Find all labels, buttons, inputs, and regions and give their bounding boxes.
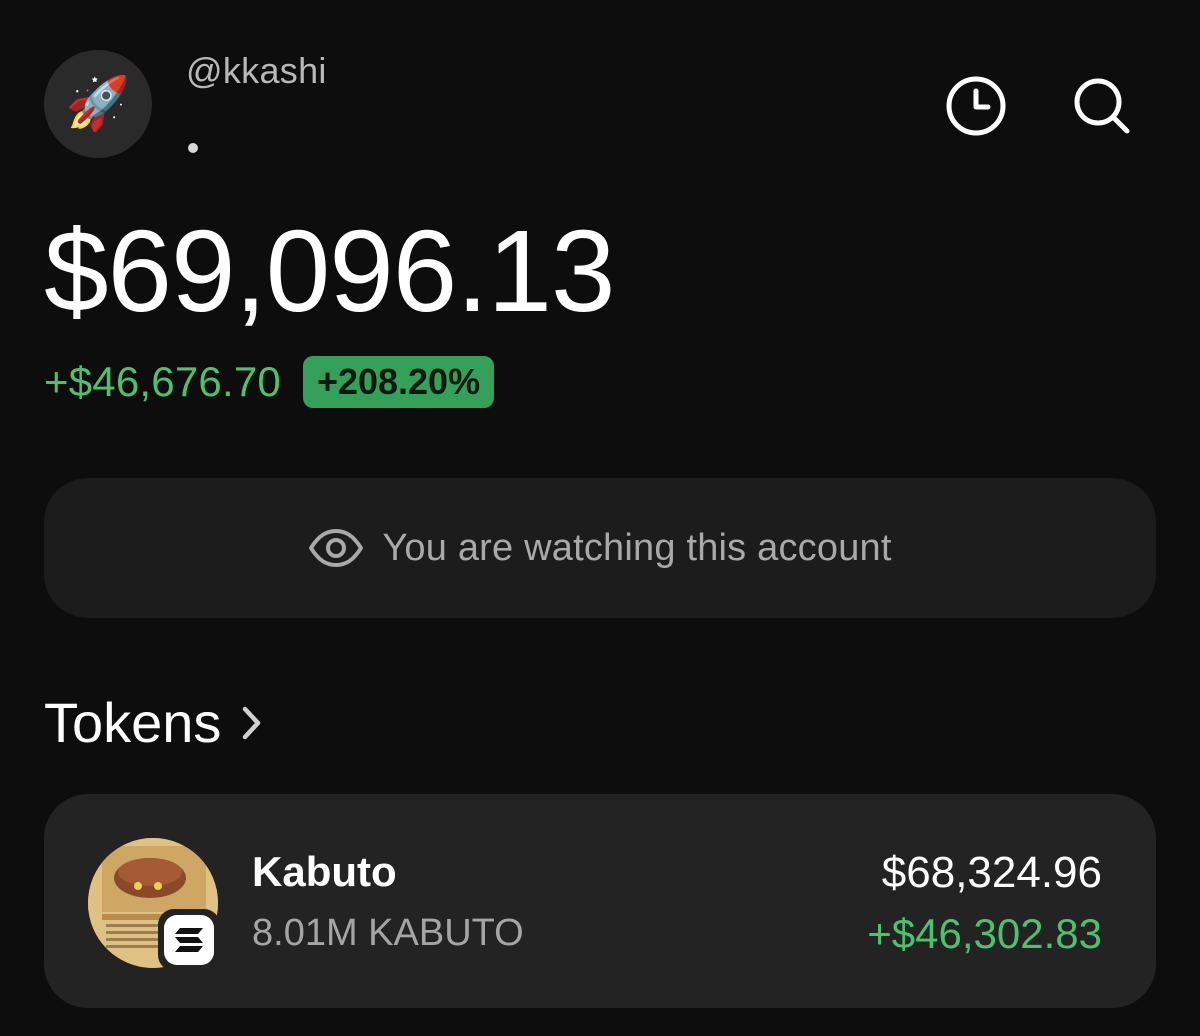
history-button[interactable] (942, 72, 1010, 140)
token-value: $68,324.96 (881, 848, 1102, 897)
search-button[interactable] (1068, 72, 1136, 140)
avatar[interactable]: 🚀 (44, 50, 152, 158)
status-dot (188, 143, 198, 153)
portfolio-balance: $69,096.13 (44, 206, 616, 336)
tokens-title: Tokens (44, 691, 222, 754)
watching-banner: You are watching this account (44, 478, 1156, 618)
token-name: Kabuto (252, 848, 397, 895)
token-change: +$46,302.83 (867, 910, 1102, 957)
eye-icon (309, 529, 364, 567)
chain-badge (158, 909, 220, 971)
portfolio-change-row: +$46,676.70 +208.20% (44, 354, 495, 410)
portfolio-change-percent-badge: +208.20% (302, 356, 495, 408)
token-row-kabuto[interactable]: Kabuto 8.01M KABUTO $68,324.96 +$46,302.… (44, 794, 1156, 1008)
account-handle: @kkashi (186, 50, 327, 91)
token-amount: 8.01M KABUTO (252, 912, 524, 954)
portfolio-change-amount: +$46,676.70 (44, 358, 281, 405)
solana-icon (175, 928, 203, 952)
tokens-section-link[interactable]: Tokens (44, 690, 263, 755)
rocket-icon: 🚀 (65, 75, 131, 133)
clock-icon (946, 76, 1006, 136)
chevron-right-icon (243, 706, 261, 739)
watching-text: You are watching this account (382, 526, 892, 569)
search-icon (1074, 78, 1130, 134)
